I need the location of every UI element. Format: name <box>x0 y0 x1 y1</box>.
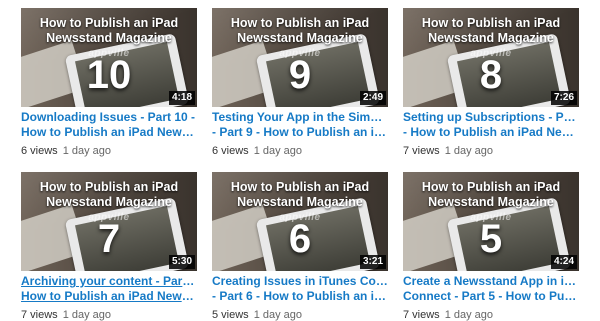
video-thumbnail[interactable]: How to Publish an iPad Newsstand Magazin… <box>21 172 197 271</box>
video-title-line-2[interactable]: - Part 9 - How to Publish an iPad... <box>212 125 388 140</box>
view-count: 5 views <box>212 309 249 321</box>
video-title-line-1[interactable]: Downloading Issues - Part 10 - <box>21 110 197 125</box>
video-meta: 5 views 1 day ago <box>212 309 388 321</box>
upload-age: 1 day ago <box>253 309 303 321</box>
video-card: How to Publish an iPad Newsstand Magazin… <box>403 8 579 157</box>
video-title-line-1[interactable]: Testing Your App in the Simulator <box>212 110 388 125</box>
duration-badge: 5:30 <box>168 255 195 269</box>
video-meta: 6 views 1 day ago <box>212 145 388 157</box>
video-title-line-2[interactable]: Connect - Part 5 - How to Publi... <box>403 289 579 304</box>
video-grid: How to Publish an iPad Newsstand Magazin… <box>0 0 600 321</box>
upload-age: 1 day ago <box>62 309 112 321</box>
video-thumbnail[interactable]: How to Publish an iPad Newsstand Magazin… <box>212 172 388 271</box>
video-meta: 7 views 1 day ago <box>21 309 197 321</box>
video-meta: 6 views 1 day ago <box>21 145 197 157</box>
view-count: 7 views <box>21 309 58 321</box>
thumbnail-heading: How to Publish an iPad Newsstand Magazin… <box>421 180 561 209</box>
part-number: 5 <box>479 217 503 261</box>
upload-age: 1 day ago <box>253 145 303 157</box>
video-title-line-2[interactable]: How to Publish an iPad Newssta... <box>21 125 197 140</box>
video-card: How to Publish an iPad Newsstand Magazin… <box>21 172 197 321</box>
video-meta: 7 views 1 day ago <box>403 309 579 321</box>
video-card: How to Publish an iPad Newsstand Magazin… <box>403 172 579 321</box>
part-number: 10 <box>86 53 132 97</box>
duration-badge: 2:49 <box>359 91 386 105</box>
video-title-line-1[interactable]: Archiving your content - Part 7 - <box>21 274 197 289</box>
part-number: 7 <box>97 217 121 261</box>
duration-badge: 3:21 <box>359 255 386 269</box>
video-title-line-2[interactable]: How to Publish an iPad Newssta... <box>21 289 197 304</box>
part-number: 9 <box>288 53 312 97</box>
video-thumbnail[interactable]: How to Publish an iPad Newsstand Magazin… <box>403 172 579 271</box>
thumbnail-heading: How to Publish an iPad Newsstand Magazin… <box>230 180 370 209</box>
thumbnail-heading: How to Publish an iPad Newsstand Magazin… <box>421 16 561 45</box>
part-number: 6 <box>288 217 312 261</box>
thumbnail-heading: How to Publish an iPad Newsstand Magazin… <box>39 16 179 45</box>
video-thumbnail[interactable]: How to Publish an iPad Newsstand Magazin… <box>403 8 579 107</box>
upload-age: 1 day ago <box>444 145 494 157</box>
part-number: 8 <box>479 53 503 97</box>
view-count: 7 views <box>403 145 440 157</box>
view-count: 6 views <box>21 145 58 157</box>
video-title-line-2[interactable]: - How to Publish an iPad Newssta... <box>403 125 579 140</box>
thumbnail-heading: How to Publish an iPad Newsstand Magazin… <box>39 180 179 209</box>
upload-age: 1 day ago <box>62 145 112 157</box>
view-count: 7 views <box>403 309 440 321</box>
video-card: How to Publish an iPad Newsstand Magazin… <box>21 8 197 157</box>
video-thumbnail[interactable]: How to Publish an iPad Newsstand Magazin… <box>21 8 197 107</box>
view-count: 6 views <box>212 145 249 157</box>
video-title-line-1[interactable]: Creating Issues in iTunes Connect <box>212 274 388 289</box>
video-title-line-1[interactable]: Create a Newsstand App in iTunes <box>403 274 579 289</box>
duration-badge: 4:18 <box>168 91 195 105</box>
video-thumbnail[interactable]: How to Publish an iPad Newsstand Magazin… <box>212 8 388 107</box>
video-title-line-2[interactable]: - Part 6 - How to Publish an iPad... <box>212 289 388 304</box>
duration-badge: 7:26 <box>550 91 577 105</box>
video-title-line-1[interactable]: Setting up Subscriptions - Part 8 <box>403 110 579 125</box>
video-card: How to Publish an iPad Newsstand Magazin… <box>212 8 388 157</box>
video-card: How to Publish an iPad Newsstand Magazin… <box>212 172 388 321</box>
upload-age: 1 day ago <box>444 309 494 321</box>
thumbnail-heading: How to Publish an iPad Newsstand Magazin… <box>230 16 370 45</box>
video-meta: 7 views 1 day ago <box>403 145 579 157</box>
duration-badge: 4:24 <box>550 255 577 269</box>
